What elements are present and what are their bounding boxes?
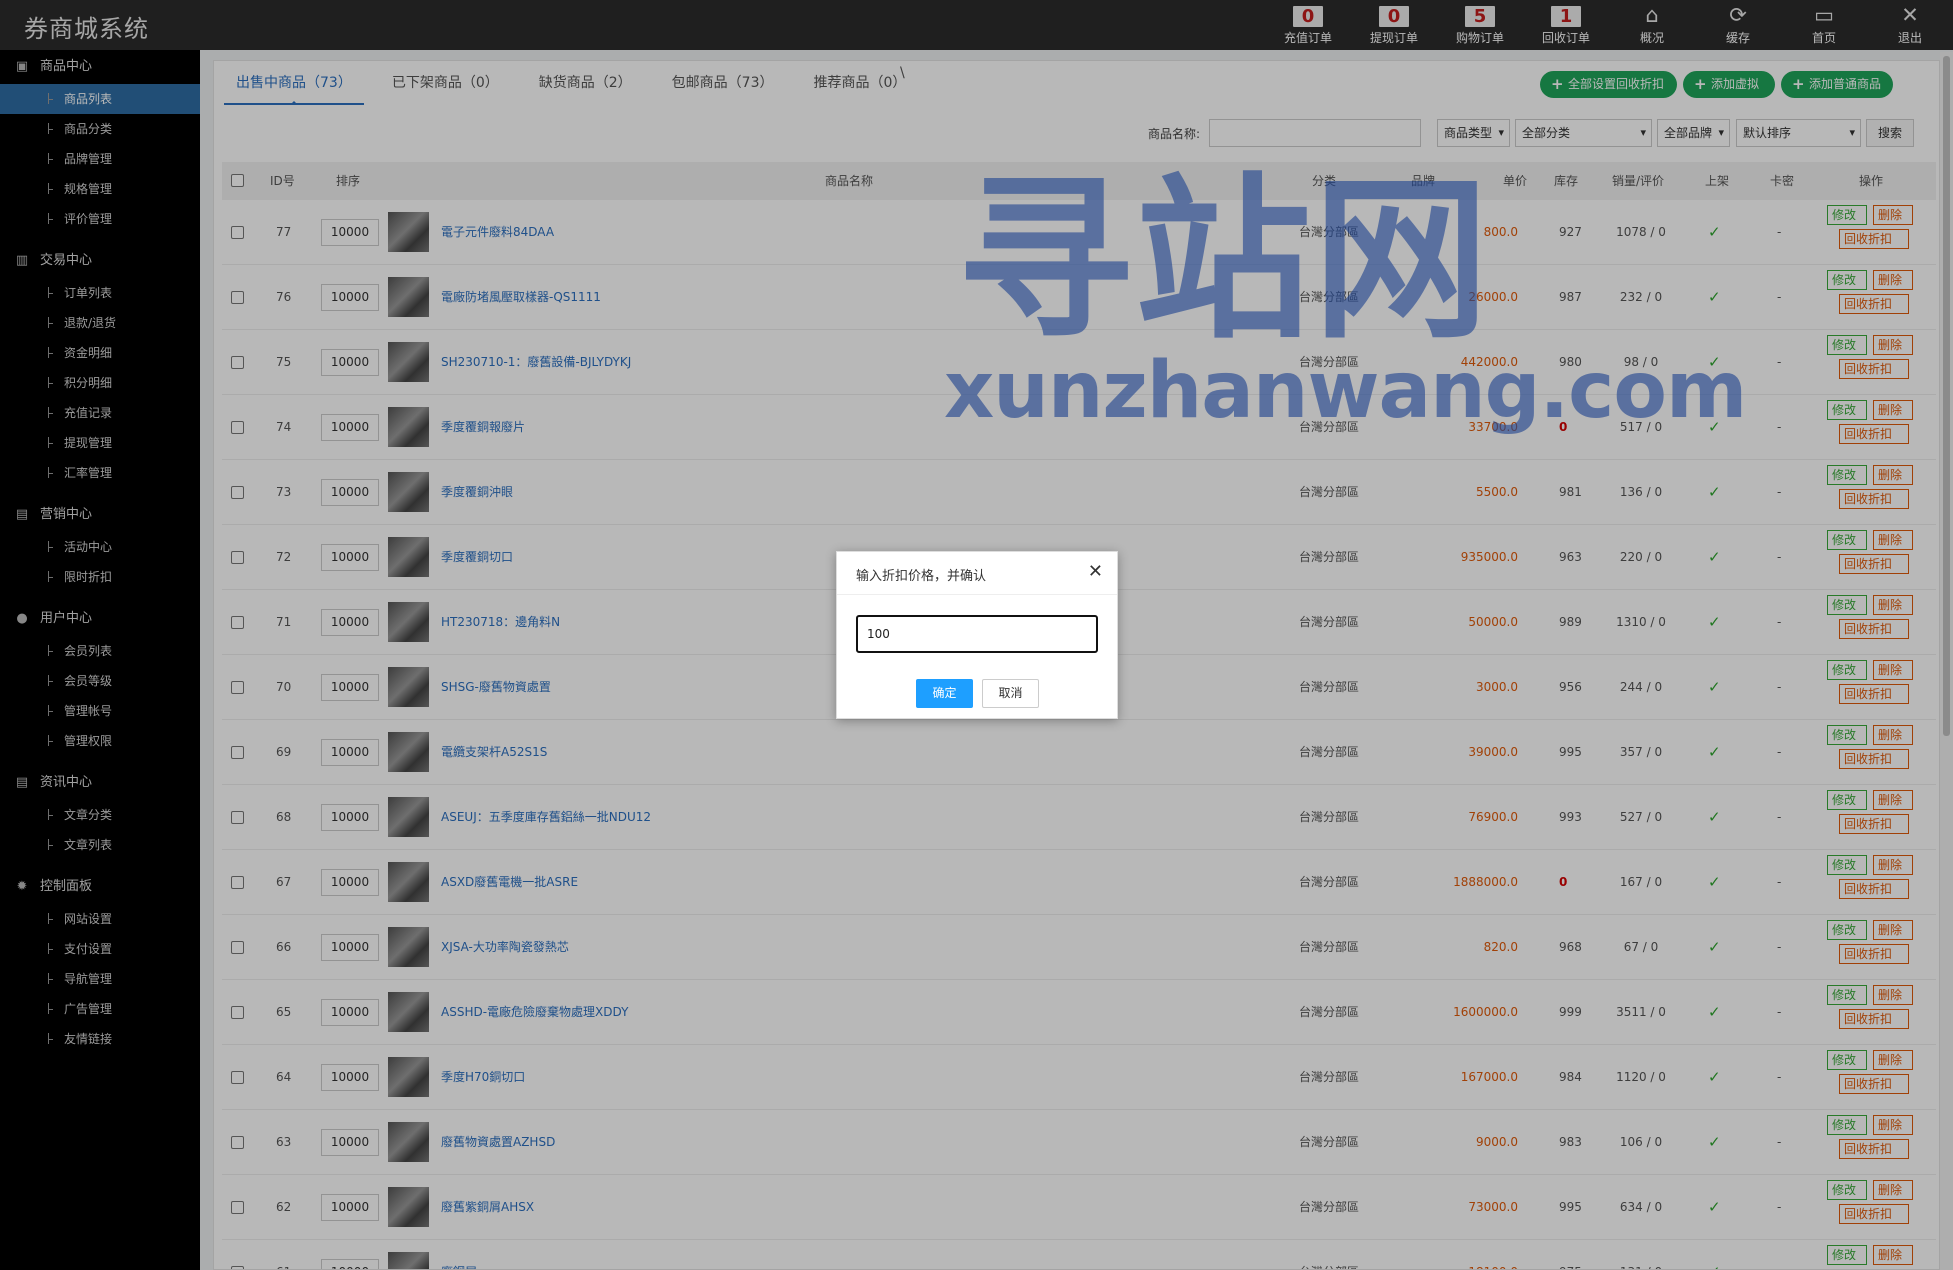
discount-price-input[interactable]: 100 [856,615,1098,653]
close-icon[interactable]: ✕ [1088,561,1103,582]
cancel-button[interactable]: 取消 [982,679,1039,708]
dialog-title: 输入折扣价格，并确认 [856,569,987,584]
confirm-button[interactable]: 确定 [916,679,973,708]
discount-price-dialog: 输入折扣价格，并确认 ✕ 100 确定 取消 [836,551,1118,719]
dialog-divider [837,594,1117,595]
